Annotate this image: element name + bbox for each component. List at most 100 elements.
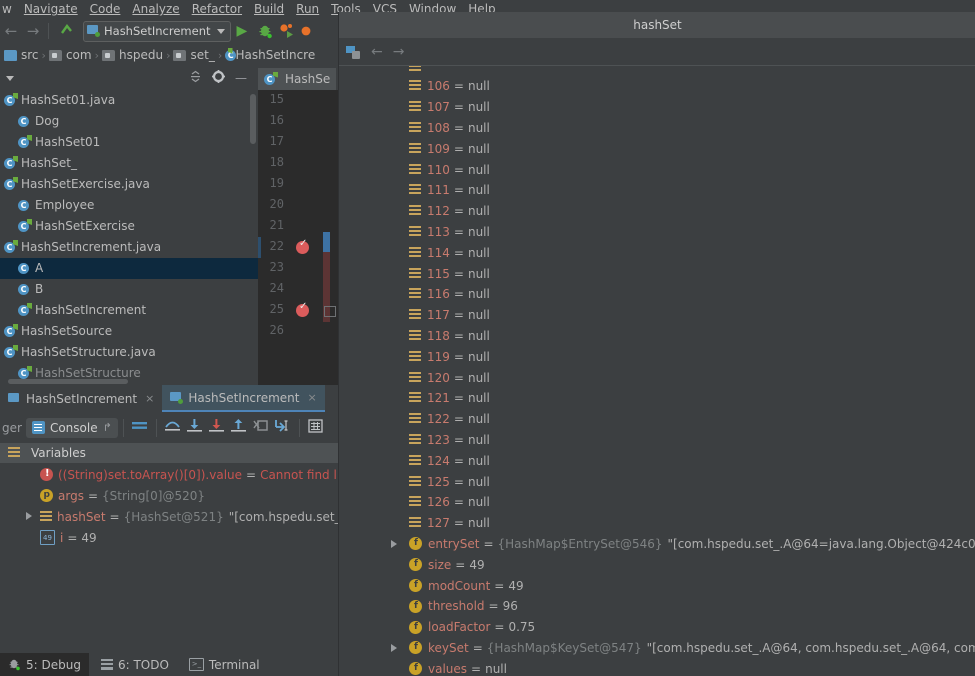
debugger-tab-label-clipped[interactable]: ger — [0, 421, 26, 435]
popup-entry-127[interactable]: 127 = null — [339, 513, 975, 534]
popup-entry-114[interactable]: 114 = null — [339, 242, 975, 263]
popup-back-icon[interactable]: ← — [371, 44, 383, 60]
tree-item-hashsetstructure-java[interactable]: C HashSetStructure.java — [0, 342, 258, 363]
tree-item-b[interactable]: C B — [0, 279, 258, 300]
popup-entry-116[interactable]: 116 = null — [339, 284, 975, 305]
popup-field-loadfactor[interactable]: loadFactor = 0.75 — [339, 617, 975, 638]
run-with-coverage-button[interactable] — [279, 23, 297, 39]
drop-frame-icon[interactable] — [250, 418, 272, 437]
force-step-into-icon[interactable] — [206, 418, 228, 437]
popup-entry-112[interactable]: 112 = null — [339, 201, 975, 222]
tree-item-hashset01-java[interactable]: C HashSet01.java — [0, 90, 258, 111]
menu-item-run[interactable]: Run — [290, 0, 325, 18]
popup-entry-108[interactable]: 108 = null — [339, 118, 975, 139]
code-fold-icon[interactable] — [324, 306, 336, 317]
project-tree[interactable]: C HashSet01.java C Dog C HashSet01 C Has… — [0, 90, 258, 385]
tree-item-employee[interactable]: C Employee — [0, 195, 258, 216]
popup-entry-124[interactable]: 124 = null — [339, 450, 975, 471]
console-button[interactable]: Console ↱ — [25, 417, 118, 438]
run-configuration-selector[interactable]: HashSetIncrement — [83, 20, 231, 42]
detach-console-icon[interactable]: ↱ — [103, 421, 112, 434]
popup-entry-109[interactable]: 109 = null — [339, 138, 975, 159]
menu-item-build[interactable]: Build — [248, 0, 290, 18]
popup-field-threshold[interactable]: threshold = 96 — [339, 596, 975, 617]
menu-item-code[interactable]: Code — [84, 0, 127, 18]
menu-item-w[interactable]: w — [0, 0, 18, 18]
step-over-icon[interactable] — [162, 418, 184, 437]
close-icon[interactable]: × — [145, 392, 154, 405]
variable-row-i[interactable]: 49 i = 49 — [0, 527, 338, 548]
popup-field-size[interactable]: size = 49 — [339, 554, 975, 575]
debug-button[interactable] — [257, 23, 273, 39]
breakpoint-icon[interactable] — [296, 238, 309, 254]
tree-item-hashset-underscore[interactable]: C HashSet_ — [0, 153, 258, 174]
collapse-all-icon[interactable] — [184, 70, 207, 86]
menu-item-navigate[interactable]: Navigate — [18, 0, 84, 18]
popup-entry-120[interactable]: 120 = null — [339, 367, 975, 388]
popup-forward-icon[interactable]: → — [393, 44, 405, 60]
popup-entry-119[interactable]: 119 = null — [339, 346, 975, 367]
variable-row-args[interactable]: args = {String[0]@520} — [0, 485, 338, 506]
run-tab-hashsetincrement-debug[interactable]: HashSetIncrement × — [162, 385, 325, 412]
run-tab-hashsetincrement-run[interactable]: HashSetIncrement × — [0, 385, 162, 412]
variable-row-hashset[interactable]: hashSet = {HashSet@521} "[com.hspedu.set… — [0, 506, 338, 527]
run-to-cursor-icon[interactable] — [272, 418, 294, 437]
breadcrumb-item-com[interactable]: com — [48, 48, 92, 62]
popup-entry-113[interactable]: 113 = null — [339, 222, 975, 243]
tree-item-a[interactable]: C A — [0, 258, 258, 279]
popup-entry-106[interactable]: 106 = null — [339, 76, 975, 97]
status-bar-item-debug[interactable]: 5: Debug — [0, 653, 89, 676]
project-tree-scrollbar[interactable] — [250, 94, 256, 144]
tree-item-dog[interactable]: C Dog — [0, 111, 258, 132]
popup-entry-110[interactable]: 110 = null — [339, 159, 975, 180]
popup-entry-125[interactable]: 125 = null — [339, 471, 975, 492]
navigate-forward-icon[interactable]: → — [22, 18, 44, 44]
inspect-icon[interactable] — [346, 45, 361, 59]
variable-row-tostring-value[interactable]: ((String)set.toArray()[0]).value = Canno… — [0, 464, 338, 485]
popup-entry-118[interactable]: 118 = null — [339, 326, 975, 347]
breadcrumb-item-hspedu[interactable]: hspedu — [101, 48, 163, 62]
variables-tree[interactable]: ((String)set.toArray()[0]).value = Canno… — [0, 464, 338, 653]
tree-item-hashset01[interactable]: C HashSet01 — [0, 132, 258, 153]
popup-entry-117[interactable]: 117 = null — [339, 305, 975, 326]
popup-entry-115[interactable]: 115 = null — [339, 263, 975, 284]
status-bar-item-terminal[interactable]: >_ Terminal — [181, 653, 268, 676]
run-button[interactable]: ▶ — [231, 23, 254, 39]
evaluate-expression-icon[interactable] — [305, 418, 327, 437]
status-bar-item-todo[interactable]: 6: TODO — [93, 653, 177, 676]
tree-item-hashsetincrement[interactable]: C HashSetIncrement — [0, 300, 258, 321]
breadcrumb-item-src[interactable]: src — [4, 48, 39, 62]
expand-arrow-icon[interactable] — [391, 643, 397, 652]
chevron-down-icon[interactable] — [6, 75, 14, 81]
breadcrumb-item-set[interactable]: set_ — [173, 48, 215, 62]
expand-arrow-icon[interactable] — [26, 512, 32, 520]
popup-entry-121[interactable]: 121 = null — [339, 388, 975, 409]
tree-item-hashsetincrement-java[interactable]: C HashSetIncrement.java — [0, 237, 258, 258]
popup-entry-123[interactable]: 123 = null — [339, 430, 975, 451]
popup-field-keyset[interactable]: keySet = {HashMap$KeySet@547} "[com.hspe… — [339, 638, 975, 659]
tree-item-hashsetsource[interactable]: C HashSetSource — [0, 321, 258, 342]
popup-value-tree[interactable]: 106 = null 107 = null 108 = null 109 = n… — [339, 66, 975, 676]
navigate-back-icon[interactable]: ← — [0, 18, 22, 44]
show-execution-point-icon[interactable] — [129, 419, 151, 436]
popup-field-entryset[interactable]: entrySet = {HashMap$EntrySet@546} "[com.… — [339, 534, 975, 555]
popup-entry-126[interactable]: 126 = null — [339, 492, 975, 513]
step-out-icon[interactable] — [228, 418, 250, 437]
popup-entry-107[interactable]: 107 = null — [339, 97, 975, 118]
breakpoint-icon[interactable] — [296, 301, 309, 317]
expand-arrow-icon[interactable] — [391, 539, 397, 548]
make-project-icon[interactable] — [53, 22, 80, 40]
breadcrumb-item-class[interactable]: C HashSetIncre — [225, 48, 315, 62]
hide-panel-icon[interactable]: — — [230, 71, 252, 85]
menu-item-refactor[interactable]: Refactor — [186, 0, 248, 18]
tree-item-hashsetexercise[interactable]: C HashSetExercise — [0, 216, 258, 237]
code-editor[interactable]: 15 16 17 18 19 20 21 22 23 24 25 26 — [258, 90, 338, 385]
gear-icon[interactable] — [207, 70, 230, 86]
popup-entry-122[interactable]: 122 = null — [339, 409, 975, 430]
popup-field-values[interactable]: values = null — [339, 658, 975, 676]
profile-button[interactable] — [301, 23, 319, 39]
editor-tab-hashset[interactable]: C HashSe — [258, 68, 337, 90]
close-icon[interactable]: × — [307, 391, 316, 404]
step-into-icon[interactable] — [184, 418, 206, 437]
tree-item-hashsetexercise-java[interactable]: C HashSetExercise.java — [0, 174, 258, 195]
